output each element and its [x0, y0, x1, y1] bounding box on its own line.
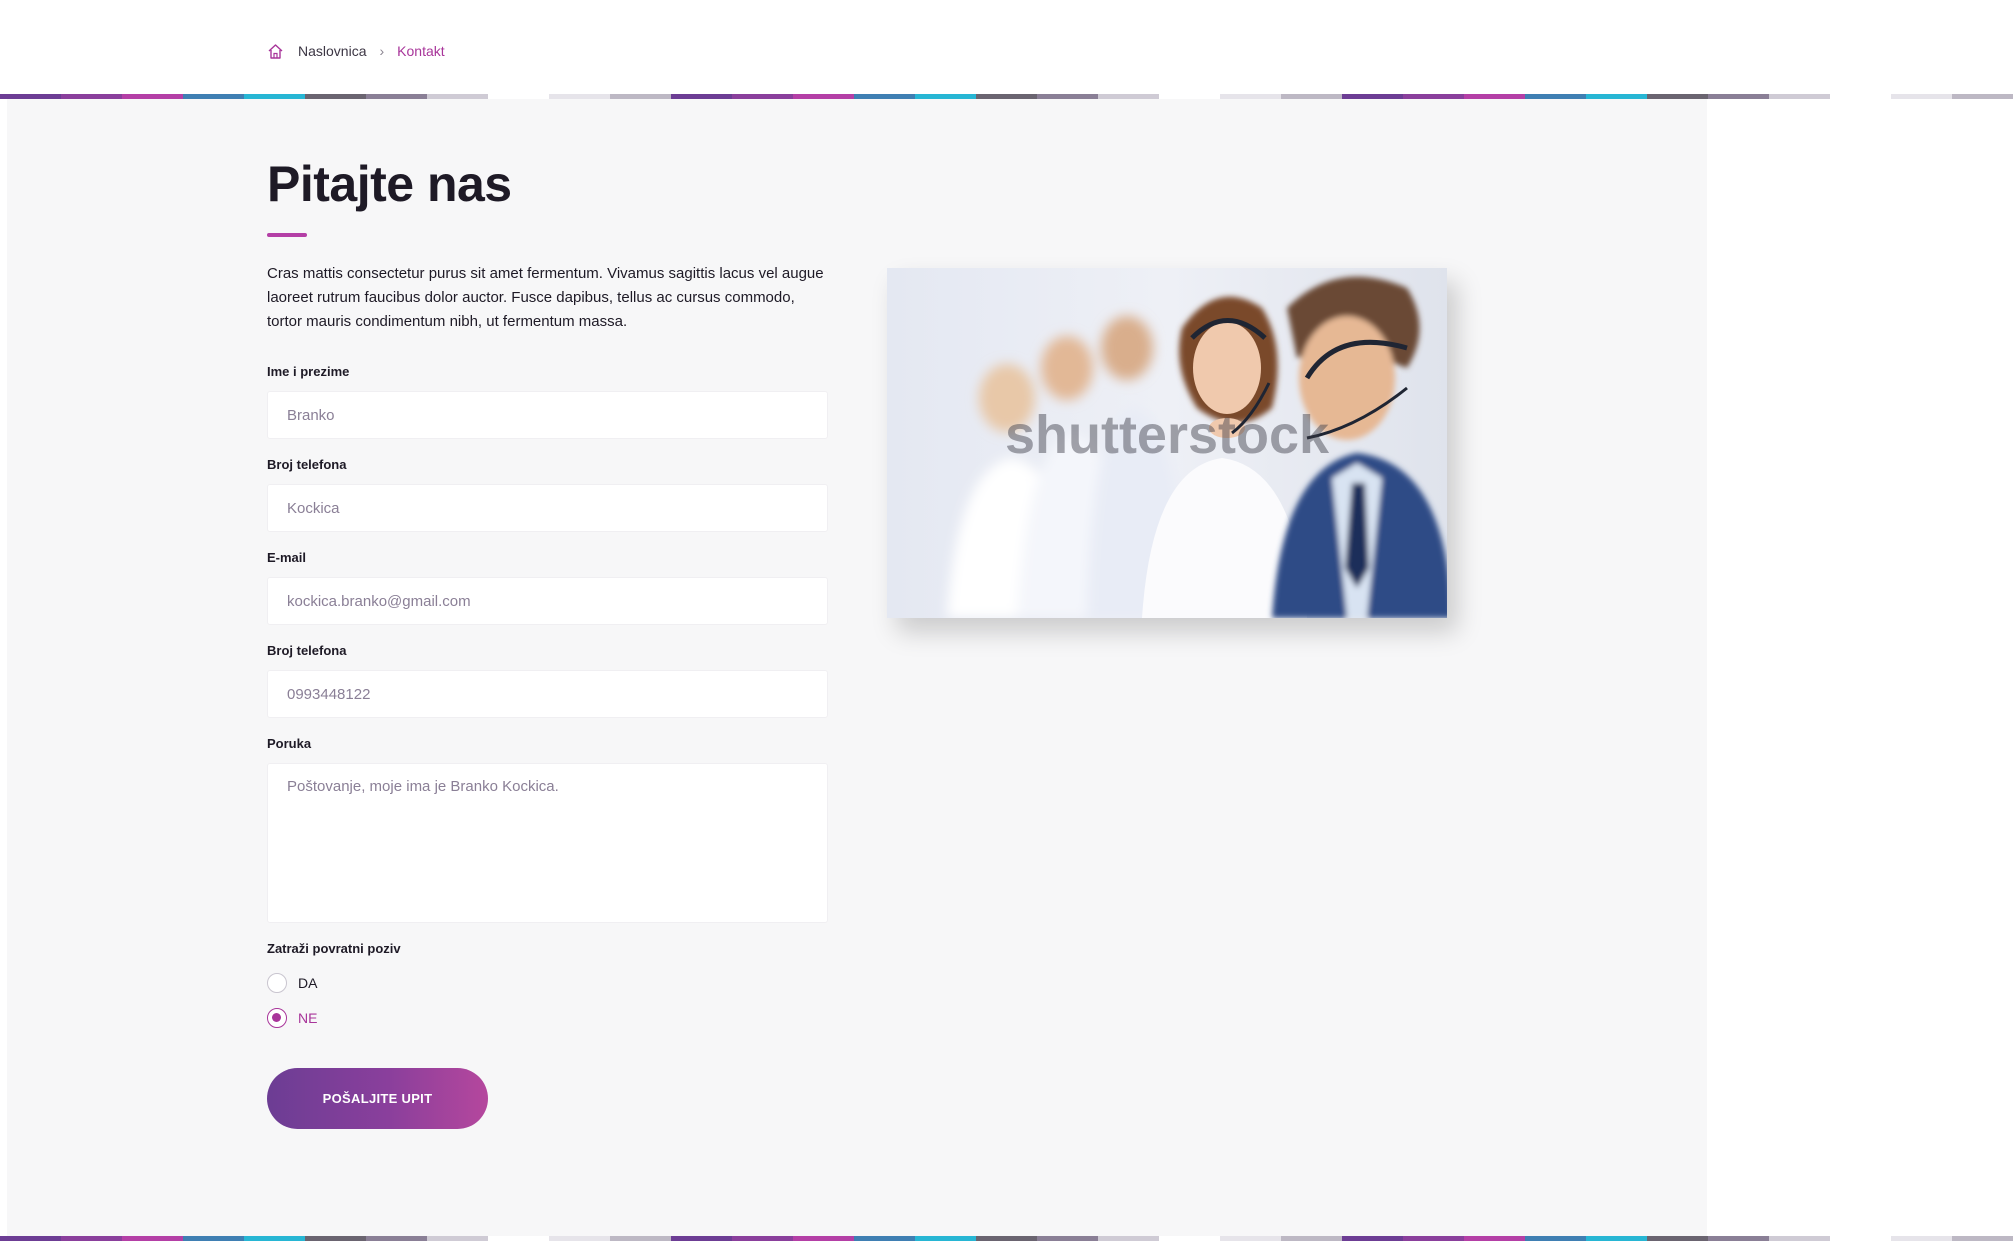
stripe-segment — [854, 1236, 915, 1241]
phone-label: Broj telefona — [267, 457, 347, 472]
message-textarea[interactable]: Poštovanje, moje ima je Branko Kockica. — [267, 763, 828, 923]
radio-label-ne: NE — [298, 1010, 318, 1026]
stripe-segment — [1403, 1236, 1464, 1241]
callback-label: Zatraži povratni poziv — [267, 941, 401, 956]
stripe-segment — [1891, 1236, 1952, 1241]
message-label: Poruka — [267, 736, 312, 751]
stripe-segment — [1952, 1236, 2013, 1241]
stripe-segment — [1464, 1236, 1525, 1241]
stripe-segment — [1159, 1236, 1220, 1241]
content-panel — [7, 99, 1707, 1236]
stripe-segment — [122, 1236, 183, 1241]
name-field[interactable] — [267, 391, 828, 439]
stripe-segment — [1037, 1236, 1098, 1241]
intro-text: Cras mattis consectetur purus sit amet f… — [267, 265, 824, 330]
stripe-segment — [1098, 1236, 1159, 1241]
stripe-segment — [793, 1236, 854, 1241]
home-icon[interactable] — [267, 43, 284, 60]
stripe-segment — [549, 1236, 610, 1241]
radio-option-da[interactable]: DA — [267, 973, 317, 993]
stripe-segment — [488, 1236, 549, 1241]
stripe-segment — [1647, 1236, 1708, 1241]
phone-field-2[interactable] — [267, 670, 828, 718]
stripe-segment — [1525, 1236, 1586, 1241]
stripe-segment — [1952, 94, 2013, 99]
stripe-segment — [183, 1236, 244, 1241]
stripe-segment — [366, 1236, 427, 1241]
decorative-stripe-bottom — [0, 1236, 2013, 1241]
stripe-segment — [610, 1236, 671, 1241]
stripe-segment — [732, 1236, 793, 1241]
email-label: E-mail — [267, 550, 307, 565]
stripe-segment — [1220, 1236, 1281, 1241]
radio-button-ne[interactable] — [267, 1008, 287, 1028]
name-label: Ime i prezime — [267, 364, 350, 379]
title-underline — [267, 233, 307, 237]
stripe-segment — [1769, 94, 1830, 99]
radio-label-da: DA — [298, 975, 318, 991]
breadcrumb: Naslovnica › Kontakt — [267, 40, 445, 62]
stripe-segment — [244, 1236, 305, 1241]
stripe-segment — [427, 1236, 488, 1241]
stripe-segment — [1769, 1236, 1830, 1241]
stripe-segment — [0, 1236, 61, 1241]
radio-option-ne[interactable]: NE — [267, 1008, 317, 1028]
stripe-segment — [915, 1236, 976, 1241]
phone-field[interactable] — [267, 484, 828, 532]
radio-button-da[interactable] — [267, 973, 287, 993]
stripe-segment — [305, 1236, 366, 1241]
stripe-segment — [976, 1236, 1037, 1241]
breadcrumb-separator: › — [379, 43, 385, 59]
stripe-segment — [1830, 94, 1891, 99]
stripe-segment — [1830, 1236, 1891, 1241]
stripe-segment — [1708, 1236, 1769, 1241]
breadcrumb-item-home[interactable]: Naslovnica — [298, 43, 366, 59]
breadcrumb-item-current: Kontakt — [397, 43, 445, 59]
contact-photo: shutterstock — [887, 268, 1447, 618]
stripe-segment — [1342, 1236, 1403, 1241]
stripe-segment — [671, 1236, 732, 1241]
stripe-segment — [1281, 1236, 1342, 1241]
stripe-segment — [1586, 1236, 1647, 1241]
stripe-segment — [1891, 94, 1952, 99]
email-field[interactable] — [267, 577, 828, 625]
page-title: Pitajte nas — [267, 156, 512, 212]
submit-button[interactable]: POŠALJITE UPIT — [267, 1068, 488, 1129]
photo-watermark: shutterstock — [1005, 405, 1330, 465]
phone-label-2: Broj telefona — [267, 643, 347, 658]
stripe-segment — [1708, 94, 1769, 99]
stripe-segment — [61, 1236, 122, 1241]
